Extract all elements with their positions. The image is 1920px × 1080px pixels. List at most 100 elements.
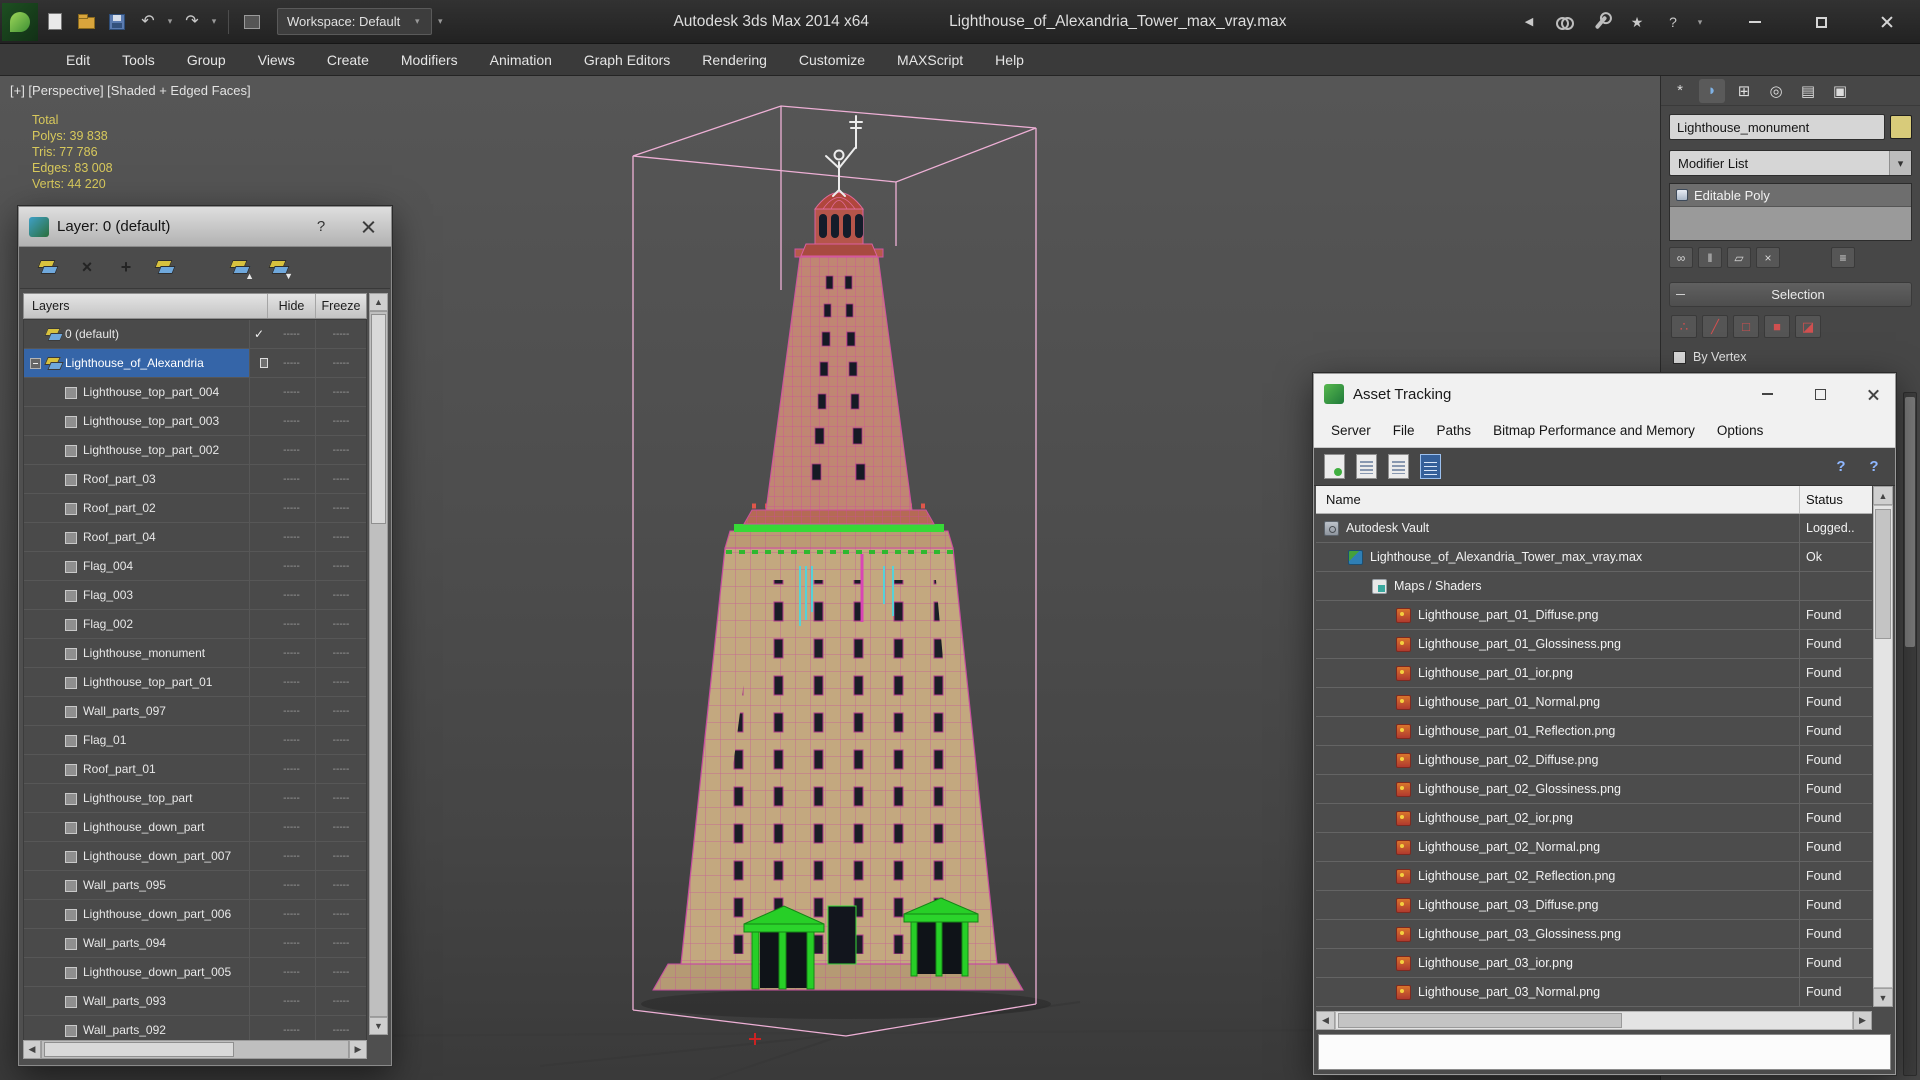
current-layer-cell[interactable]: ✓ xyxy=(250,958,268,986)
current-layer-cell[interactable]: ✓ xyxy=(250,523,268,551)
asset-row[interactable]: Lighthouse_part_01_Diffuse.png Found xyxy=(1316,601,1872,630)
viewport-label[interactable]: [+] [Perspective] [Shaded + Edged Faces] xyxy=(10,83,251,98)
layer-row[interactable]: Wall_parts_097 ✓ ----- ----- xyxy=(24,697,366,726)
current-layer-cell[interactable]: ✓ xyxy=(250,842,268,870)
object-name-field[interactable] xyxy=(1669,114,1885,140)
panel-scrollbar[interactable] xyxy=(1903,392,1917,1076)
column-hide[interactable]: Hide xyxy=(268,294,316,318)
add-to-layer-icon[interactable]: + xyxy=(114,257,138,278)
vertex-mode-icon[interactable]: ∴ xyxy=(1671,315,1697,338)
scroll-right-icon[interactable]: ▶ xyxy=(349,1040,367,1059)
current-layer-cell[interactable]: ✓ xyxy=(250,494,268,522)
scroll-right-icon[interactable]: ▶ xyxy=(1853,1011,1872,1030)
modifier-list-dropdown[interactable]: Modifier List ▾ xyxy=(1669,150,1912,176)
border-mode-icon[interactable]: □ xyxy=(1733,315,1759,338)
infocenter-back-icon[interactable]: ◀ xyxy=(1515,8,1543,36)
scrollbar-thumb[interactable] xyxy=(371,314,386,524)
hide-cell[interactable]: ----- xyxy=(268,465,316,493)
current-layer-cell[interactable]: ✓ xyxy=(250,436,268,464)
layer-row[interactable]: Lighthouse_down_part_007 ✓ ----- ----- xyxy=(24,842,366,871)
new-scene-icon[interactable] xyxy=(41,8,69,36)
redo-dropdown-icon[interactable]: ▾ xyxy=(209,16,219,27)
hide-cell[interactable]: ----- xyxy=(268,900,316,928)
make-unique-icon[interactable]: ▱ xyxy=(1727,247,1751,268)
set-current-layer-icon[interactable]: ▲ xyxy=(228,257,254,281)
freeze-cell[interactable]: ----- xyxy=(316,436,366,464)
freeze-cell[interactable]: ----- xyxy=(316,726,366,754)
asset-menu-item[interactable]: File xyxy=(1382,414,1426,448)
layer-row[interactable]: Lighthouse_top_part ✓ ----- ----- xyxy=(24,784,366,813)
panel-scrollbar-thumb[interactable] xyxy=(1905,397,1915,647)
search-icon[interactable] xyxy=(1551,8,1579,36)
asset-menu-item[interactable]: Bitmap Performance and Memory xyxy=(1482,414,1706,448)
layer-list-vertical-scrollbar[interactable]: ▲ ▼ xyxy=(369,293,388,1035)
save-file-icon[interactable] xyxy=(103,8,131,36)
freeze-cell[interactable]: ----- xyxy=(316,842,366,870)
current-layer-cell[interactable]: ✓ xyxy=(250,610,268,638)
remove-modifier-icon[interactable]: × xyxy=(1756,247,1780,268)
asset-row[interactable]: Autodesk Vault Logged.. xyxy=(1316,514,1872,543)
freeze-cell[interactable]: ----- xyxy=(316,407,366,435)
workspace-layout-icon[interactable] xyxy=(238,8,266,36)
scroll-down-icon[interactable]: ▼ xyxy=(1873,988,1893,1007)
help-icon[interactable]: ? xyxy=(1659,8,1687,36)
layer-row[interactable]: Roof_part_02 ✓ ----- ----- xyxy=(24,494,366,523)
configure-modifier-sets-icon[interactable]: ≡ xyxy=(1831,247,1855,268)
menu-item[interactable]: MAXScript xyxy=(881,44,979,76)
asset-row[interactable]: Lighthouse_part_01_Normal.png Found xyxy=(1316,688,1872,717)
freeze-cell[interactable]: ----- xyxy=(316,581,366,609)
freeze-cell[interactable]: ----- xyxy=(316,639,366,667)
asset-row[interactable]: Maps / Shaders xyxy=(1316,572,1872,601)
asset-menu-item[interactable]: Server xyxy=(1320,414,1382,448)
column-freeze[interactable]: Freeze xyxy=(316,294,366,318)
redo-icon[interactable]: ↷ xyxy=(178,8,206,36)
scrollbar-thumb[interactable] xyxy=(1338,1013,1622,1028)
create-new-layer-icon[interactable] xyxy=(36,257,60,279)
freeze-cell[interactable]: ----- xyxy=(316,320,366,348)
hide-cell[interactable]: ----- xyxy=(268,639,316,667)
hide-cell[interactable]: ----- xyxy=(268,842,316,870)
current-layer-cell[interactable]: ✓ xyxy=(250,581,268,609)
freeze-cell[interactable]: ----- xyxy=(316,755,366,783)
freeze-cell[interactable]: ----- xyxy=(316,813,366,841)
layer-list-horizontal-scrollbar[interactable]: ◀ ▶ xyxy=(23,1040,367,1059)
asset-row[interactable]: Lighthouse_part_01_Glossiness.png Found xyxy=(1316,630,1872,659)
layer-row[interactable]: Flag_01 ✓ ----- ----- xyxy=(24,726,366,755)
element-mode-icon[interactable]: ◪ xyxy=(1795,315,1821,338)
application-menu-icon[interactable] xyxy=(2,2,38,41)
asset-row[interactable]: Lighthouse_part_02_Reflection.png Found xyxy=(1316,862,1872,891)
refresh-assets-icon[interactable] xyxy=(1324,454,1345,479)
layer-row[interactable]: 0 (default) ✓ ----- ----- xyxy=(24,320,366,349)
current-layer-cell[interactable]: ✓ xyxy=(250,900,268,928)
select-objects-in-layer-icon[interactable] xyxy=(153,257,177,279)
asset-row[interactable]: Lighthouse_part_03_ior.png Found xyxy=(1316,949,1872,978)
scrollbar-thumb[interactable] xyxy=(1875,509,1891,639)
scroll-up-icon[interactable]: ▲ xyxy=(1873,486,1893,505)
current-layer-cell[interactable]: ✓ xyxy=(250,697,268,725)
hide-cell[interactable]: ----- xyxy=(268,436,316,464)
current-layer-cell[interactable]: ✓ xyxy=(250,407,268,435)
workspace-selector[interactable]: Workspace: Default ▾ xyxy=(277,8,433,35)
current-layer-cell[interactable]: ✓ xyxy=(250,349,268,377)
asset-row[interactable]: Lighthouse_part_03_Normal.png Found xyxy=(1316,978,1872,1007)
freeze-cell[interactable]: ----- xyxy=(316,784,366,812)
layer-row[interactable]: Lighthouse_down_part_006 ✓ ----- ----- xyxy=(24,900,366,929)
wrench-icon[interactable] xyxy=(1587,8,1615,36)
hide-cell[interactable]: ----- xyxy=(268,552,316,580)
open-file-icon[interactable] xyxy=(72,8,100,36)
freeze-cell[interactable]: ----- xyxy=(316,668,366,696)
hide-cell[interactable]: ----- xyxy=(268,378,316,406)
layer-row[interactable]: Flag_002 ✓ ----- ----- xyxy=(24,610,366,639)
current-layer-cell[interactable]: ✓ xyxy=(250,378,268,406)
layer-dialog-close-icon[interactable] xyxy=(355,214,381,240)
layer-dialog-help-icon[interactable]: ? xyxy=(309,218,333,235)
scroll-down-icon[interactable]: ▼ xyxy=(369,1017,388,1035)
hide-cell[interactable]: ----- xyxy=(268,407,316,435)
layer-row[interactable]: Wall_parts_095 ✓ ----- ----- xyxy=(24,871,366,900)
menu-item[interactable]: Graph Editors xyxy=(568,44,686,76)
column-name[interactable]: Name xyxy=(1316,486,1800,513)
asset-row[interactable]: Lighthouse_part_02_Diffuse.png Found xyxy=(1316,746,1872,775)
hide-cell[interactable]: ----- xyxy=(268,726,316,754)
menu-item[interactable]: Create xyxy=(311,44,385,76)
hide-cell[interactable]: ----- xyxy=(268,581,316,609)
